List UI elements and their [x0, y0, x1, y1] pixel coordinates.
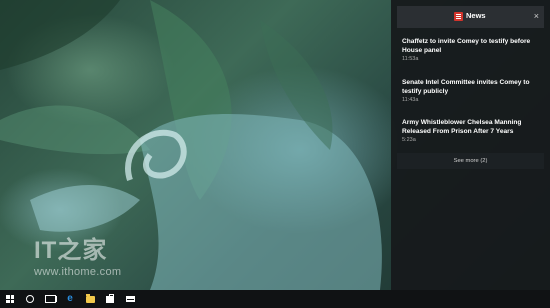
store-icon	[106, 293, 114, 303]
mail-icon	[125, 296, 135, 302]
notification-time: 11:53a	[402, 56, 419, 62]
taskbar: e	[0, 290, 550, 308]
windows-start-icon	[6, 295, 14, 303]
news-app-icon	[454, 12, 463, 21]
notification-title: Chaffetz to invite Comey to testify befo…	[402, 38, 531, 54]
file-explorer-icon	[85, 294, 95, 303]
mail-button[interactable]	[120, 290, 140, 308]
start-button[interactable]	[0, 290, 20, 308]
edge-button[interactable]: e	[60, 290, 80, 308]
notification-time: 5:23a	[402, 137, 416, 143]
notification-time: 11:43a	[402, 97, 419, 103]
notification-item[interactable]: Senate Intel Committee invites Comey to …	[402, 79, 542, 103]
task-view-icon	[44, 295, 56, 303]
watermark-url: www.ithome.com	[34, 266, 122, 278]
notification-item[interactable]: Army Whistleblower Chelsea Manning Relea…	[402, 119, 542, 143]
notification-title: Senate Intel Committee invites Comey to …	[402, 79, 530, 95]
cortana-button[interactable]	[20, 290, 40, 308]
watermark: IT之家 www.ithome.com	[34, 237, 122, 279]
task-view-button[interactable]	[40, 290, 60, 308]
edge-icon: e	[67, 293, 73, 304]
file-explorer-button[interactable]	[80, 290, 100, 308]
action-center-panel: News × Chaffetz to invite Comey to testi…	[391, 0, 550, 290]
store-button[interactable]	[100, 290, 120, 308]
notification-app-header[interactable]: News ×	[397, 6, 544, 28]
notification-item[interactable]: Chaffetz to invite Comey to testify befo…	[402, 38, 542, 62]
cortana-icon	[26, 295, 34, 303]
notification-title: Army Whistleblower Chelsea Manning Relea…	[402, 119, 522, 135]
app-title: News	[466, 11, 486, 20]
watermark-logo: IT之家	[34, 237, 108, 264]
see-more-button[interactable]: See more (2)	[397, 153, 544, 169]
close-button[interactable]: ×	[534, 10, 539, 22]
